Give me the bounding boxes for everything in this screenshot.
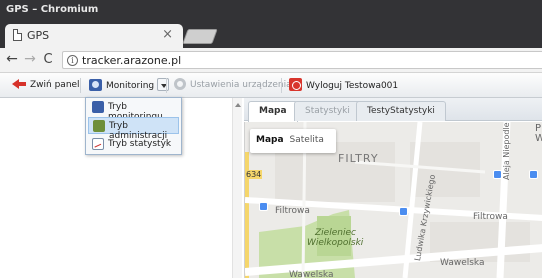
district-label: FILTRY bbox=[338, 152, 379, 165]
monitoring-button[interactable]: Monitoring bbox=[89, 78, 170, 94]
stats-icon bbox=[92, 138, 104, 150]
tab-map[interactable]: Mapa bbox=[248, 101, 298, 122]
new-tab-button[interactable] bbox=[182, 29, 218, 44]
monitoring-dropdown-menu: Tryb monitoringu Tryb administracji Tryb… bbox=[85, 97, 182, 155]
forward-arrow-icon[interactable]: → bbox=[22, 51, 38, 67]
window-title: GPS – Chromium bbox=[6, 4, 99, 15]
url-text: tracker.arazone.pl bbox=[82, 54, 182, 67]
toolbar-divider bbox=[80, 78, 81, 93]
power-icon bbox=[289, 78, 302, 91]
street-label: Wawelska bbox=[440, 258, 485, 268]
street-label: Filtrowa bbox=[473, 212, 508, 222]
logout-label: Wyloguj Testowa001 bbox=[306, 81, 399, 91]
device-settings-button[interactable]: Ustawienia urządzenia bbox=[174, 78, 292, 94]
menu-item-admin-mode[interactable]: Tryb administracji bbox=[88, 117, 179, 141]
collapse-panel-button[interactable]: Zwiń panel bbox=[12, 78, 80, 94]
app-toolbar: Zwiń panel Monitoring Ustawienia urządze… bbox=[0, 73, 542, 98]
left-panel-scrollbar[interactable] bbox=[232, 98, 242, 278]
tab-close-icon[interactable]: × bbox=[162, 27, 173, 42]
admin-icon bbox=[93, 120, 105, 132]
bus-stop-icon[interactable] bbox=[399, 207, 408, 216]
toolbar-divider bbox=[281, 78, 282, 93]
browser-tab[interactable]: GPS × bbox=[5, 24, 183, 48]
park-label: Zieleniec bbox=[315, 228, 356, 238]
map-view[interactable]: Mapa Satelita FILTRY 634 Filtrowa Filtrow… bbox=[244, 122, 542, 278]
address-bar[interactable]: i tracker.arazone.pl bbox=[62, 51, 542, 69]
logout-button[interactable]: Wyloguj Testowa001 bbox=[289, 78, 398, 94]
chevron-down-icon[interactable] bbox=[157, 78, 170, 91]
street-label: Filtrowa bbox=[275, 206, 310, 216]
gear-icon bbox=[174, 78, 186, 90]
site-info-icon[interactable]: i bbox=[67, 55, 78, 66]
red-left-arrow-icon bbox=[12, 78, 26, 90]
park-label: Wielkopolski bbox=[307, 238, 364, 248]
menu-item-stats-mode[interactable]: Tryb statystyk bbox=[88, 136, 179, 153]
tab-label: Mapa bbox=[259, 106, 287, 116]
street-label: Wawelska bbox=[289, 270, 334, 278]
bus-stop-icon[interactable] bbox=[493, 170, 502, 179]
menu-item-monitoring-mode[interactable]: Tryb monitoringu bbox=[88, 99, 179, 122]
map-type-satellite-button[interactable]: Satelita bbox=[290, 135, 324, 145]
tab-label: TestyStatystyki bbox=[367, 106, 435, 116]
tab-test-statistics[interactable]: TestyStatystyki bbox=[356, 101, 446, 121]
window-title-bar: GPS – Chromium bbox=[0, 0, 542, 22]
scroll-up-icon[interactable] bbox=[235, 103, 241, 107]
road-number-label: 634 bbox=[245, 170, 263, 179]
reload-icon[interactable]: C bbox=[40, 52, 56, 67]
street-label: Aleja Niepodległości bbox=[502, 122, 511, 180]
map-type-control: Mapa Satelita bbox=[250, 129, 336, 153]
bus-stop-icon[interactable] bbox=[529, 170, 538, 179]
toolbar-divider bbox=[166, 78, 167, 93]
edge-label: W bbox=[535, 133, 542, 144]
menu-item-label: Tryb statystyk bbox=[108, 139, 172, 149]
device-settings-label: Ustawienia urządzenia bbox=[190, 80, 292, 90]
collapse-panel-label: Zwiń panel bbox=[30, 80, 80, 90]
tab-title: GPS bbox=[27, 29, 50, 42]
back-arrow-icon[interactable]: ← bbox=[4, 51, 20, 67]
tab-statistics[interactable]: Statystyki bbox=[294, 101, 361, 121]
bus-stop-icon[interactable] bbox=[259, 202, 268, 211]
monitoring-icon bbox=[89, 79, 102, 91]
monitoring-label: Monitoring bbox=[106, 81, 155, 91]
browser-toolbar: ← → C i tracker.arazone.pl bbox=[0, 48, 542, 73]
map-type-map-button[interactable]: Mapa bbox=[256, 135, 284, 145]
page-icon bbox=[13, 29, 22, 41]
right-tab-bar: Mapa Statystyki TestyStatystyki bbox=[244, 98, 542, 122]
monitor-icon bbox=[92, 101, 104, 113]
browser-tab-strip: GPS × bbox=[0, 22, 542, 48]
tab-label: Statystyki bbox=[305, 106, 350, 116]
